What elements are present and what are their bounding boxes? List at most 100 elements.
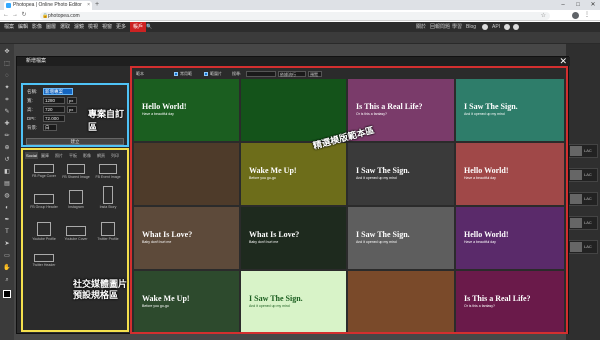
move-tool-icon[interactable]: ✥ xyxy=(3,48,11,56)
tab-close-icon[interactable]: × xyxy=(87,1,90,10)
reload-icon[interactable]: ↻ xyxy=(20,11,28,20)
url-input[interactable]: 🔒 photopea.com ☆ xyxy=(40,11,550,20)
menu-edit[interactable]: 編輯 xyxy=(18,22,28,32)
template-thumbnail[interactable]: What Is Love? Baby don't hurt me xyxy=(134,207,239,269)
bookmark-star-icon[interactable]: ☆ xyxy=(541,12,546,20)
eyedropper-tool-icon[interactable]: ✎ xyxy=(3,108,11,116)
layer-row[interactable]: LAC xyxy=(568,192,598,206)
gradient-tool-icon[interactable]: ▤ xyxy=(3,180,11,188)
dialog-close-icon[interactable]: ✕ xyxy=(559,56,567,66)
template-thumbnail[interactable] xyxy=(348,271,454,332)
lasso-tool-icon[interactable]: ◌ xyxy=(3,72,11,80)
template-thumbnail[interactable]: Is This a Real Life? Or is this a fantasy… xyxy=(456,271,564,332)
template-search-input[interactable] xyxy=(246,71,276,77)
dpi-field[interactable]: 72.000 xyxy=(43,115,65,122)
template-thumbnail[interactable]: Wake Me Up! Before you go-go xyxy=(134,271,239,332)
layer-row[interactable]: LAC xyxy=(568,216,598,230)
tab-tablet[interactable]: 平板 xyxy=(69,152,77,159)
stamp-tool-icon[interactable]: ⊕ xyxy=(3,144,11,152)
layer-row[interactable]: LAC xyxy=(568,240,598,254)
menu-select[interactable]: 選取 xyxy=(60,22,70,32)
crop-tool-icon[interactable]: ⌗ xyxy=(3,96,11,104)
template-thumbnail[interactable]: I Saw The Sign. And it opened up my mind xyxy=(456,79,564,141)
link-learn[interactable]: 學習 xyxy=(452,22,462,32)
preset-youtube-profile[interactable]: Youtube Profile xyxy=(29,222,59,245)
eraser-tool-icon[interactable]: ◧ xyxy=(3,168,11,176)
layer-row[interactable]: LAC xyxy=(568,144,598,158)
create-button[interactable]: 建立 xyxy=(26,138,124,145)
height-field[interactable]: 720 xyxy=(43,106,65,113)
link-blog[interactable]: Blog xyxy=(466,22,476,32)
pen-tool-icon[interactable]: ✒ xyxy=(3,216,11,224)
shape-tool-icon[interactable]: ▭ xyxy=(3,252,11,260)
preset-twitter-profile[interactable]: Twitter Profile xyxy=(93,222,123,245)
link-about[interactable]: 關於 xyxy=(416,22,426,32)
blur-tool-icon[interactable]: ◍ xyxy=(3,192,11,200)
template-thumbnail[interactable]: Wake Me Up! Before you go-go xyxy=(241,143,346,205)
menu-filter[interactable]: 濾鏡 xyxy=(74,22,84,32)
template-thumbnail[interactable]: I Saw The Sign. And it opened up my mind xyxy=(348,143,454,205)
preset-fb-page-cover[interactable]: FB Page Cover xyxy=(29,164,59,187)
preset-fb-group-header[interactable]: FB Group Header xyxy=(29,194,59,217)
text-tool-icon[interactable]: T xyxy=(3,228,11,236)
facebook-icon[interactable] xyxy=(513,24,519,30)
foreground-color-swatch[interactable] xyxy=(3,290,11,298)
menu-image[interactable]: 影像 xyxy=(32,22,42,32)
tab-web[interactable]: 網頁 xyxy=(97,152,105,159)
link-report-bug[interactable]: 回報問題 xyxy=(430,22,450,32)
dodge-tool-icon[interactable]: ◐ xyxy=(3,204,11,212)
template-thumbnail[interactable]: I Saw The Sign. And it opened up my mind xyxy=(241,271,346,332)
background-select[interactable]: 白 xyxy=(43,124,57,131)
template-thumbnail[interactable]: Hello World! Have a beautiful day xyxy=(134,79,239,141)
preset-instagram[interactable]: Instagram xyxy=(61,190,91,213)
tab-video[interactable]: 影像 xyxy=(83,152,91,159)
twitter-icon[interactable] xyxy=(504,24,510,30)
brush-tool-icon[interactable]: ✏ xyxy=(3,132,11,140)
tab-print[interactable]: 列印 xyxy=(111,152,119,159)
preview-size-select[interactable]: 預覽 xyxy=(308,71,322,77)
template-thumbnail[interactable]: I Saw The Sign. And it opened up my mind xyxy=(348,207,454,269)
name-field[interactable]: 新增專案 xyxy=(43,88,73,95)
tab-social[interactable]: Social xyxy=(25,152,38,159)
preset-twitter-header[interactable]: Twitter Header xyxy=(29,254,59,277)
reddit-icon[interactable] xyxy=(482,24,488,30)
template-thumbnail[interactable]: Hello World! Have a beautiful day xyxy=(456,207,564,269)
height-unit-select[interactable]: px xyxy=(67,106,77,113)
browser-tab[interactable]: Photopea | Online Photo Editor × xyxy=(4,1,92,10)
checkbox-2[interactable] xyxy=(204,72,208,76)
zoom-tool-icon[interactable]: ⌕ xyxy=(3,276,11,284)
preset-youtube-cover[interactable]: Youtube Cover xyxy=(61,226,91,249)
search-icon[interactable]: 🔍 xyxy=(146,22,152,32)
template-thumbnail[interactable] xyxy=(134,143,239,205)
width-unit-select[interactable]: px xyxy=(67,97,77,104)
tab-stock[interactable]: 圖庫 xyxy=(41,152,49,159)
menu-layer[interactable]: 圖層 xyxy=(46,22,56,32)
menu-account[interactable]: 帳戶 xyxy=(130,22,147,32)
menu-window[interactable]: 視窗 xyxy=(102,22,112,32)
close-window-button[interactable]: ✕ xyxy=(586,0,600,10)
forward-icon[interactable]: → xyxy=(11,11,19,20)
checkbox-1[interactable] xyxy=(174,72,178,76)
layer-row[interactable]: LAC xyxy=(568,168,598,182)
preset-fb-shared-image[interactable]: FB Shared Image xyxy=(61,164,91,187)
link-api[interactable]: API xyxy=(492,22,500,32)
hand-tool-icon[interactable]: ✋ xyxy=(3,264,11,272)
marquee-tool-icon[interactable]: ⬚ xyxy=(3,60,11,68)
tab-photo[interactable]: 照片 xyxy=(55,152,63,159)
menu-file[interactable]: 檔案 xyxy=(4,22,14,32)
template-thumbnail[interactable]: Hello World! Have a beautiful day xyxy=(456,143,564,205)
menu-more[interactable]: 更多 xyxy=(116,22,126,32)
new-tab-button[interactable]: + xyxy=(95,0,99,10)
profile-avatar[interactable] xyxy=(572,12,579,19)
template-thumbnail[interactable] xyxy=(241,79,346,141)
menu-view[interactable]: 檢視 xyxy=(88,22,98,32)
preset-fb-event-image[interactable]: FB Event Image xyxy=(93,164,123,187)
wand-tool-icon[interactable]: ✦ xyxy=(3,84,11,92)
minimize-button[interactable]: – xyxy=(556,0,570,10)
back-icon[interactable]: ← xyxy=(2,11,10,20)
maximize-button[interactable]: □ xyxy=(571,0,585,10)
browser-menu-icon[interactable]: ⋮ xyxy=(584,11,590,18)
preset-insta-story[interactable]: Insta Story xyxy=(93,186,123,209)
sort-select[interactable]: 依據流行 xyxy=(278,71,306,77)
history-brush-tool-icon[interactable]: ↺ xyxy=(3,156,11,164)
